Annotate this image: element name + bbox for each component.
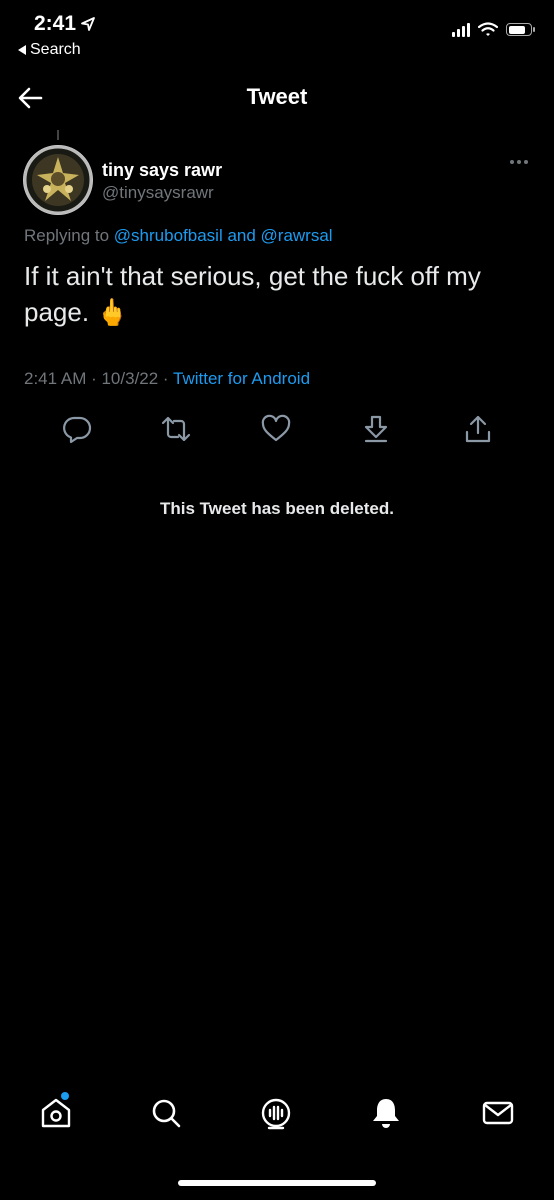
tweet-source[interactable]: Twitter for Android	[173, 369, 310, 388]
deleted-tweet-notice: This Tweet has been deleted.	[160, 499, 394, 518]
username[interactable]: @tinysaysrawr	[102, 183, 214, 203]
notifications-icon[interactable]	[369, 1096, 403, 1130]
more-options-icon[interactable]	[510, 160, 528, 164]
tweet-action-bar	[0, 410, 554, 450]
search-icon[interactable]	[149, 1096, 183, 1130]
thread-line	[57, 130, 59, 140]
bottom-tab-bar	[0, 1090, 554, 1140]
reply-icon[interactable]	[62, 414, 92, 444]
home-indicator[interactable]	[178, 1180, 376, 1186]
avatar-image	[23, 145, 93, 215]
page-title: Tweet	[246, 84, 308, 109]
replying-to-line: Replying to @shrubofbasil and @rawrsal	[24, 226, 333, 246]
replying-to-users[interactable]: @shrubofbasil and @rawrsal	[114, 226, 333, 245]
battery-icon	[506, 23, 535, 36]
messages-icon[interactable]	[481, 1096, 515, 1130]
back-to-search-link[interactable]: Search	[18, 41, 81, 59]
bookmark-download-icon[interactable]	[361, 414, 391, 444]
replying-prefix: Replying to	[24, 226, 110, 245]
wifi-icon	[478, 22, 498, 36]
share-icon[interactable]	[463, 414, 493, 444]
status-icons	[452, 22, 535, 37]
tweet-timestamp: 2:41 AM · 10/3/22 ·	[24, 369, 169, 388]
status-time: 2:41	[34, 12, 96, 36]
back-triangle-icon	[18, 45, 26, 55]
clock-text: 2:41	[34, 12, 77, 35]
like-icon[interactable]	[261, 414, 291, 444]
avatar[interactable]	[23, 145, 93, 215]
back-to-search-label: Search	[30, 41, 81, 58]
spaces-icon[interactable]	[259, 1096, 293, 1130]
home-notification-dot	[61, 1092, 69, 1100]
tweet-meta: 2:41 AM · 10/3/22 · Twitter for Android	[24, 369, 310, 389]
display-name[interactable]: tiny says rawr	[102, 160, 222, 181]
home-icon[interactable]	[39, 1096, 73, 1130]
retweet-icon[interactable]	[161, 414, 191, 444]
cellular-signal-icon	[452, 22, 470, 37]
location-arrow-icon	[81, 17, 95, 31]
tweet-text: If it ain't that serious, get the fuck o…	[24, 261, 481, 327]
